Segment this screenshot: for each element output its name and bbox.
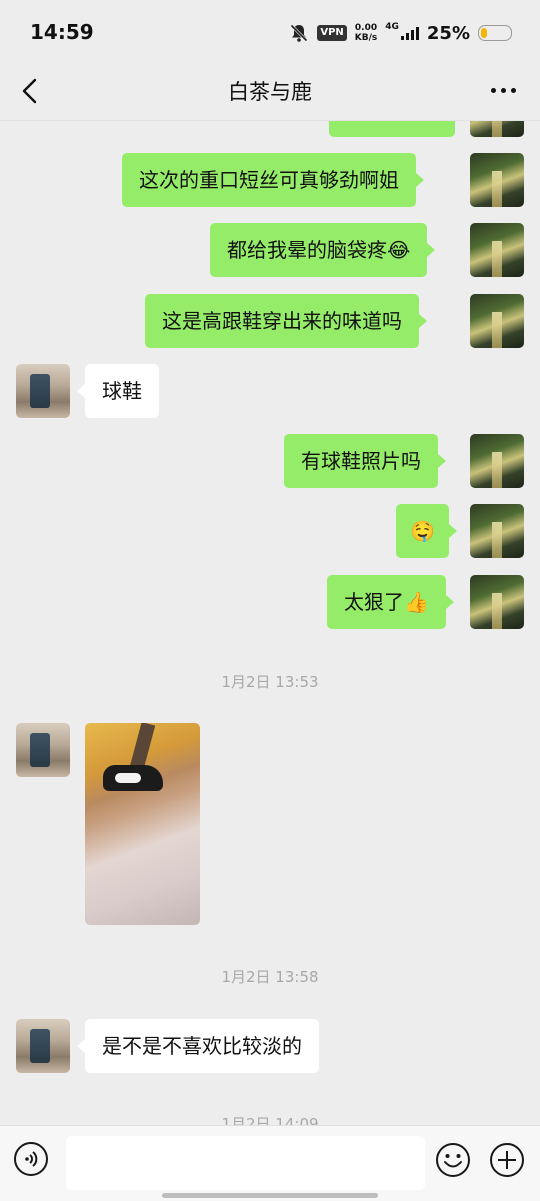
chat-title: 白茶与鹿: [228, 80, 312, 104]
timestamp: 1月2日 14:09: [221, 1115, 319, 1125]
contact-avatar[interactable]: [16, 723, 70, 777]
message-bubble[interactable]: 这是高跟鞋穿出来的味道吗: [145, 294, 427, 348]
more-dots-icon[interactable]: [491, 88, 516, 93]
message-bubble[interactable]: 球鞋: [77, 364, 159, 418]
plus-icon[interactable]: [489, 1142, 525, 1178]
message-bubble[interactable]: 都给我晕的脑袋疼😂: [210, 223, 436, 277]
network-speed: 0.00 KB/s: [354, 23, 378, 43]
status-icons: VPN 0.00 KB/s 4G 25%: [289, 20, 512, 46]
contact-avatar[interactable]: [16, 364, 70, 418]
timestamp: 1月2日 13:58: [221, 968, 319, 986]
message-bubble[interactable]: 这次的重口短丝可真够劲啊姐: [122, 153, 424, 207]
home-indicator[interactable]: [162, 1193, 378, 1198]
voice-icon[interactable]: [14, 1142, 48, 1176]
my-avatar[interactable]: [470, 294, 524, 348]
my-avatar[interactable]: [470, 434, 524, 488]
input-bar: [0, 1125, 540, 1201]
my-avatar[interactable]: [470, 153, 524, 207]
timestamp: 1月2日 13:53: [221, 673, 319, 691]
my-avatar[interactable]: [470, 575, 524, 629]
message-bubble-partial[interactable]: [329, 121, 455, 137]
network-type: 4G: [385, 22, 399, 32]
image-message[interactable]: [85, 723, 200, 925]
status-bar: 14:59 VPN 0.00 KB/s 4G 25%: [0, 0, 540, 64]
my-avatar[interactable]: [470, 223, 524, 277]
signal-icon: [400, 26, 419, 40]
message-bubble[interactable]: 有球鞋照片吗: [284, 434, 446, 488]
message-list[interactable]: 这次的重口短丝可真够劲啊姐 都给我晕的脑袋疼😂 这是高跟鞋穿出来的味道吗 球鞋 …: [0, 121, 540, 1125]
battery-percent: 25%: [426, 22, 470, 44]
message-bubble[interactable]: 🤤: [396, 504, 457, 558]
message-bubble[interactable]: 是不是不喜欢比较淡的: [77, 1019, 319, 1073]
my-avatar[interactable]: [470, 504, 524, 558]
my-avatar[interactable]: [470, 121, 524, 137]
message-input[interactable]: [66, 1136, 425, 1190]
contact-avatar[interactable]: [16, 1019, 70, 1073]
vpn-badge: VPN: [317, 25, 347, 41]
mute-bell-icon: [290, 24, 308, 42]
emoji-icon[interactable]: [435, 1142, 471, 1178]
message-bubble[interactable]: 太狠了👍: [327, 575, 454, 629]
chat-header: 白茶与鹿: [0, 64, 540, 121]
battery-icon: [478, 25, 512, 41]
clock: 14:59: [30, 20, 94, 44]
